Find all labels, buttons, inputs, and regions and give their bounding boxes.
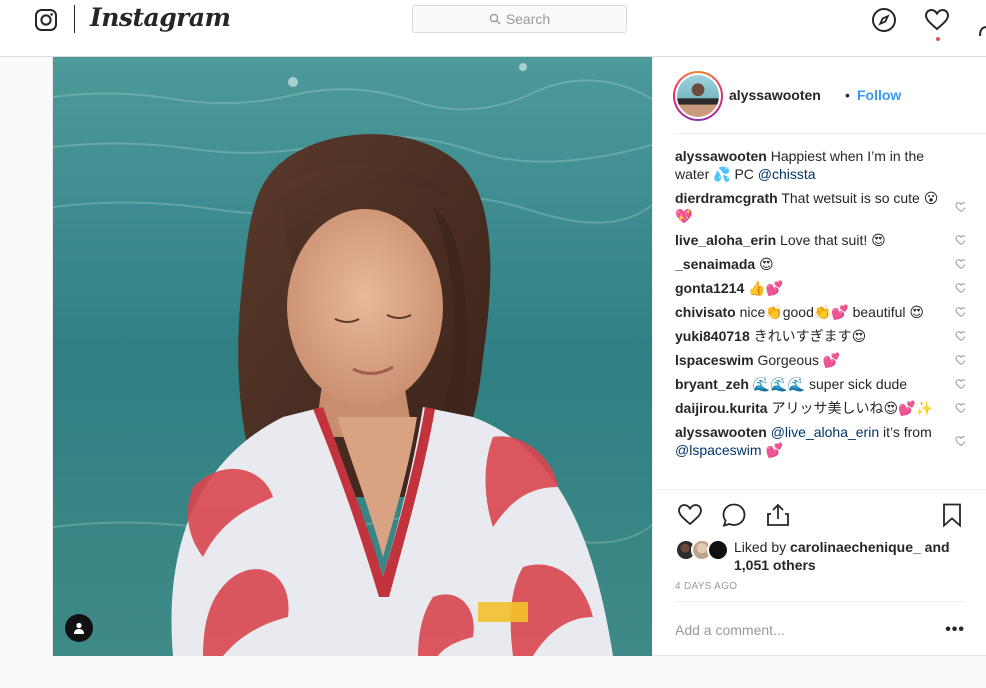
explore-compass-icon[interactable] — [871, 7, 897, 33]
comment-username[interactable]: live_aloha_erin — [675, 232, 776, 248]
post-header: alyssawooten • Follow — [673, 57, 986, 134]
more-options-button[interactable]: ••• — [945, 621, 965, 639]
search-input[interactable]: Search — [412, 5, 627, 33]
header-separator: • — [845, 87, 850, 103]
comment-text: Love that suit! 😍 — [776, 232, 886, 248]
comment-like-heart-icon[interactable] — [955, 378, 965, 390]
post-sidebar: alyssawooten • Follow alyssawooten Happi… — [652, 57, 986, 656]
logo-divider — [74, 5, 75, 33]
comment-text: 👍💕 — [744, 280, 784, 296]
author-avatar[interactable] — [673, 71, 723, 121]
instagram-wordmark[interactable]: Instagram — [90, 3, 231, 32]
save-bookmark-icon[interactable] — [939, 502, 965, 528]
comment-item: gonta1214 👍💕 — [675, 279, 965, 297]
follow-button[interactable]: Follow — [857, 87, 901, 103]
comment-text: Gorgeous 💕 — [753, 352, 841, 368]
comment-like-heart-icon[interactable] — [955, 258, 965, 270]
comment-item: dierdramcgrath That wetsuit is so cute 😮… — [675, 189, 965, 225]
comment-username[interactable]: gonta1214 — [675, 280, 744, 296]
comment-item: live_aloha_erin Love that suit! 😍 — [675, 231, 965, 249]
liker-avatar — [707, 539, 729, 561]
comment-like-heart-icon[interactable] — [955, 282, 965, 294]
comment-like-heart-icon[interactable] — [955, 330, 965, 342]
post-timestamp[interactable]: 4 DAYS AGO — [675, 581, 737, 592]
comment-mention[interactable]: @lspaceswim — [675, 442, 762, 458]
comment-like-heart-icon[interactable] — [955, 435, 965, 447]
post-card: alyssawooten • Follow alyssawooten Happi… — [52, 57, 986, 656]
tagged-users-button[interactable] — [65, 614, 93, 642]
comment-like-heart-icon[interactable] — [955, 201, 965, 213]
top-navigation: Instagram Search — [0, 0, 986, 57]
comment-mention[interactable]: @chissta — [758, 166, 816, 182]
comment-like-heart-icon[interactable] — [955, 354, 965, 366]
notification-dot — [936, 37, 940, 41]
add-comment-placeholder: Add a comment... — [675, 622, 785, 638]
comment-text: 😍 — [755, 256, 774, 272]
comment-like-heart-icon[interactable] — [955, 234, 965, 246]
comment-like-heart-icon[interactable] — [955, 306, 965, 318]
comment-text: きれいすぎます😍 — [749, 328, 867, 344]
comment-username[interactable]: daijirou.kurita — [675, 400, 768, 416]
comment-text: アリッサ美しいね😍💕✨ — [767, 400, 933, 416]
comment-username[interactable]: yuki840718 — [675, 328, 750, 344]
photo-illustration — [53, 57, 652, 656]
comment-item: daijirou.kurita アリッサ美しいね😍💕✨ — [675, 399, 965, 417]
comment-username[interactable]: alyssawooten — [675, 424, 767, 440]
comment-username[interactable]: dierdramcgrath — [675, 190, 778, 206]
user-tag-icon — [74, 622, 84, 634]
activity-heart-icon[interactable] — [924, 7, 950, 33]
comment-text: it’s from — [879, 424, 932, 440]
post-photo[interactable] — [53, 57, 652, 656]
comment-item: lspaceswim Gorgeous 💕 — [675, 351, 965, 369]
comment-text: nice👏good👏💕 beautiful 😍 — [735, 304, 925, 320]
profile-icon[interactable] — [978, 16, 986, 36]
instagram-logo-icon[interactable] — [34, 8, 58, 32]
comment-item: yuki840718 きれいすぎます😍 — [675, 327, 965, 345]
comment-text: 💕 — [761, 442, 783, 458]
search-icon — [489, 13, 501, 25]
comment-username[interactable]: lspaceswim — [675, 352, 754, 368]
share-icon[interactable] — [765, 502, 791, 528]
likes-summary[interactable]: Liked by carolinaechenique_ and 1,051 ot… — [734, 538, 974, 574]
comment-username[interactable]: alyssawooten — [675, 148, 767, 164]
comment-username[interactable]: bryant_zeh — [675, 376, 749, 392]
post-actions: Liked by carolinaechenique_ and 1,051 ot… — [653, 489, 986, 656]
comment-text: 🌊🌊🌊 super sick dude — [748, 376, 908, 392]
like-heart-icon[interactable] — [677, 502, 703, 528]
comment-item: alyssawooten Happiest when I’m in the wa… — [675, 147, 965, 183]
liked-by-user[interactable]: carolinaechenique_ — [790, 539, 921, 555]
liker-avatars[interactable] — [675, 539, 735, 561]
comment-item: bryant_zeh 🌊🌊🌊 super sick dude — [675, 375, 965, 393]
comment-item: alyssawooten @live_aloha_erin it’s from … — [675, 423, 965, 459]
comment-mention[interactable]: @live_aloha_erin — [771, 424, 879, 440]
comment-bubble-icon[interactable] — [721, 502, 747, 528]
comment-like-heart-icon[interactable] — [955, 402, 965, 414]
comment-item: _senaimada 😍 — [675, 255, 965, 273]
comment-item: chivisato nice👏good👏💕 beautiful 😍 — [675, 303, 965, 321]
add-comment-input[interactable]: Add a comment... ••• — [675, 601, 965, 656]
comments-list[interactable]: alyssawooten Happiest when I’m in the wa… — [675, 147, 965, 489]
author-username[interactable]: alyssawooten — [729, 87, 821, 103]
comment-username[interactable]: chivisato — [675, 304, 736, 320]
comment-username[interactable]: _senaimada — [675, 256, 755, 272]
liked-by-prefix: Liked by — [734, 539, 791, 555]
search-placeholder: Search — [505, 11, 551, 27]
